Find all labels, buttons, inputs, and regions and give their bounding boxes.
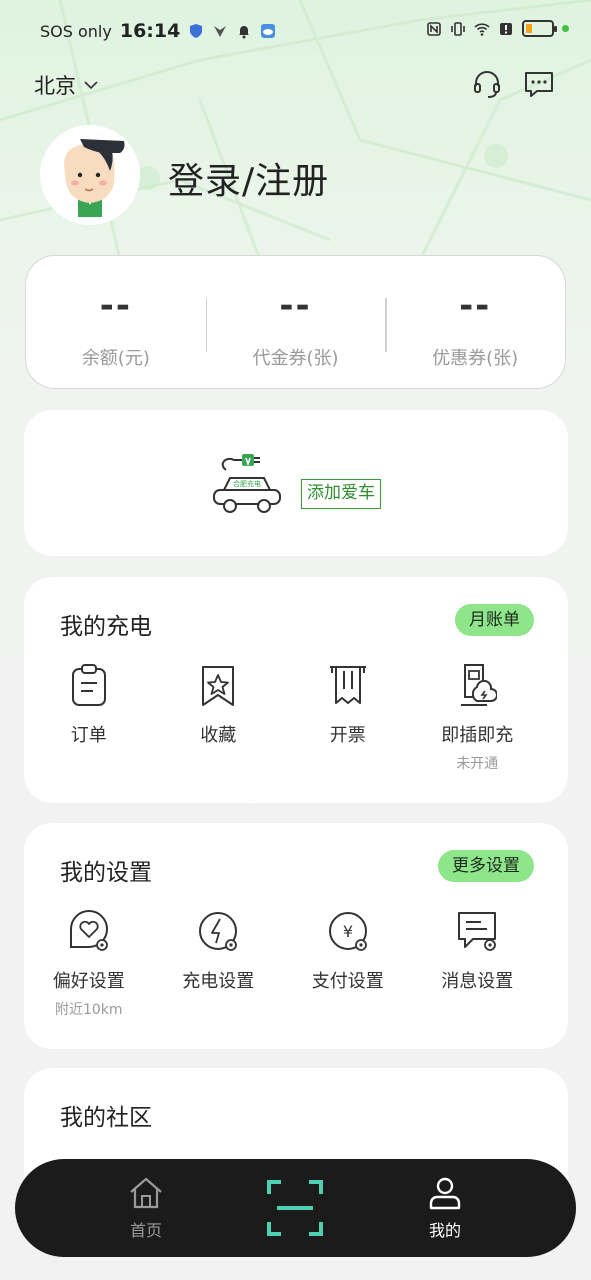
svg-text:¥: ¥ — [343, 922, 353, 941]
vibrate-icon — [451, 21, 465, 36]
item-label: 订单 — [70, 725, 107, 746]
home-icon — [130, 1177, 162, 1209]
car-badge-text: 合肥充电 — [233, 479, 261, 488]
section-title: 我的设置 — [60, 860, 152, 886]
charge-settings-button[interactable]: 充电设置 — [154, 909, 284, 1019]
item-label: 即插即充 — [441, 725, 514, 746]
favorite-button[interactable]: 收藏 — [154, 663, 284, 773]
item-label: 充电设置 — [182, 971, 255, 992]
city-label: 北京 — [34, 74, 76, 98]
bottom-navigation: 首页 我的 — [15, 1159, 576, 1257]
order-icon — [71, 664, 106, 706]
shield-icon — [190, 24, 203, 38]
preference-settings-button[interactable]: 偏好设置 附近10km — [24, 909, 154, 1019]
my-car-card[interactable]: 合肥充电 添加爱车 — [24, 410, 568, 556]
nfc-icon — [427, 21, 441, 36]
coupon-stat[interactable]: -- 优惠券(张) — [385, 256, 565, 388]
item-sublabel: 附近10km — [54, 1002, 123, 1018]
scan-icon[interactable] — [267, 1180, 323, 1236]
avatar-illustration — [64, 139, 125, 217]
payment-settings-icon: ¥ — [328, 912, 367, 951]
nav-home-label: 首页 — [129, 1221, 162, 1240]
city-selector[interactable]: 北京 — [34, 70, 98, 100]
status-bar: SOS only 16:14 — [0, 0, 591, 66]
order-button[interactable]: 订单 — [24, 663, 154, 773]
nav-me-label: 我的 — [428, 1221, 461, 1240]
my-settings-card: 我的设置 更多设置 偏好设置 附近10km 充电设置 ¥ 支付设置 消息设置 — [24, 823, 568, 1049]
carrier-text: SOS only — [40, 21, 112, 41]
message-settings-icon — [458, 912, 497, 951]
my-charging-card: 我的充电 月账单 订单 收藏 开票 即插即充 未开通 — [24, 577, 568, 803]
section-title: 我的充电 — [60, 614, 152, 640]
coupon-value: -- — [459, 286, 492, 326]
item-sublabel: 未开通 — [456, 756, 499, 772]
preference-settings-icon — [69, 910, 108, 951]
nav-me[interactable]: 我的 — [405, 1175, 485, 1241]
charge-settings-icon — [199, 912, 238, 951]
add-car-button[interactable]: 添加爱车 — [301, 479, 381, 509]
invoice-icon — [329, 666, 366, 704]
favorite-icon — [202, 666, 235, 706]
electric-car-icon: 合肥充电 — [213, 454, 281, 513]
alert-icon — [500, 22, 512, 35]
login-register-link[interactable]: 登录/注册 — [168, 152, 329, 204]
battery-icon — [522, 20, 557, 37]
balance-value: -- — [99, 286, 132, 326]
weather-icon — [261, 24, 276, 38]
message-settings-button[interactable]: 消息设置 — [413, 909, 543, 1019]
account-stats-card: -- 余额(元) -- 代金券(张) -- 优惠券(张) — [25, 255, 566, 389]
balance-stat[interactable]: -- 余额(元) — [26, 256, 206, 388]
section-title: 我的社区 — [60, 1105, 152, 1131]
chevron-down-icon — [84, 81, 98, 90]
coupon-label: 优惠券(张) — [432, 348, 519, 369]
voucher-value: -- — [279, 286, 312, 326]
item-label: 偏好设置 — [52, 971, 125, 992]
item-label: 开票 — [329, 725, 366, 746]
clock: 16:14 — [119, 20, 181, 42]
more-settings-button[interactable]: 更多设置 — [438, 850, 534, 882]
avatar[interactable] — [40, 125, 140, 225]
user-icon — [429, 1177, 461, 1210]
item-label: 收藏 — [200, 725, 237, 746]
nav-home[interactable]: 首页 — [106, 1175, 186, 1241]
item-label: 支付设置 — [311, 971, 384, 992]
wifi-icon — [474, 22, 490, 36]
voucher-stat[interactable]: -- 代金券(张) — [205, 256, 386, 388]
plug-charge-icon — [461, 664, 498, 706]
app-icon — [214, 26, 227, 37]
monthly-bill-button[interactable]: 月账单 — [455, 604, 534, 636]
item-label: 消息设置 — [441, 971, 514, 992]
plug-and-charge-button[interactable]: 即插即充 未开通 — [413, 663, 543, 773]
payment-settings-button[interactable]: ¥ 支付设置 — [283, 909, 413, 1019]
privacy-indicator — [562, 25, 569, 32]
message-icon[interactable] — [523, 68, 555, 100]
invoice-button[interactable]: 开票 — [283, 663, 413, 773]
balance-label: 余额(元) — [81, 348, 150, 369]
voucher-label: 代金券(张) — [252, 348, 339, 369]
bell-icon — [239, 26, 250, 39]
headset-icon[interactable] — [471, 68, 503, 100]
